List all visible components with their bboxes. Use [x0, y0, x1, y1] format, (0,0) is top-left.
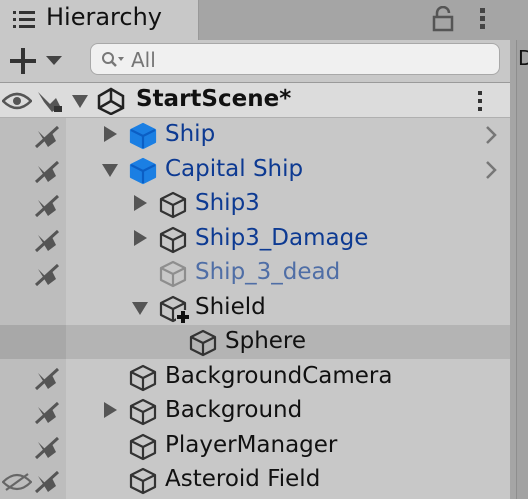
gameobject-cube-icon [158, 225, 188, 259]
hierarchy-row[interactable]: Sphere [0, 325, 510, 359]
eye-hidden-icon[interactable] [1, 472, 33, 496]
open-prefab-chevron-icon[interactable] [484, 159, 498, 185]
row-label: PlayerManager [165, 431, 338, 458]
hierarchy-row[interactable]: Ship3_Damage [0, 222, 510, 256]
hierarchy-row[interactable]: Ship3 [0, 187, 510, 221]
hierarchy-row[interactable]: Ship [0, 118, 510, 152]
hierarchy-row[interactable]: Background [0, 394, 510, 428]
expand-arrow-icon[interactable] [134, 195, 147, 211]
hierarchy-row[interactable]: Ship_3_dead [0, 256, 510, 290]
unity-scene-icon [96, 87, 126, 119]
add-button[interactable] [8, 46, 68, 76]
row-label: Asteroid Field [165, 466, 321, 492]
collapse-arrow-icon[interactable] [102, 163, 118, 177]
hierarchy-row[interactable]: Capital Ship [0, 153, 510, 187]
gameobject-cube-icon [188, 328, 218, 362]
scene-fold-icon[interactable] [72, 95, 88, 108]
tab-title: Hierarchy [46, 3, 163, 31]
pickable-hand-icon[interactable] [36, 88, 64, 118]
row-label: BackgroundCamera [165, 362, 393, 389]
hierarchy-row[interactable]: Shield [0, 291, 510, 325]
row-label: Ship [165, 121, 216, 147]
gameobject-cube-icon [128, 466, 158, 499]
gameobject-cube-icon [158, 190, 188, 224]
row-label: Sphere [225, 328, 307, 354]
pick-disabled-icon[interactable] [34, 367, 62, 395]
row-gutter [0, 291, 66, 325]
pick-disabled-icon[interactable] [34, 436, 62, 464]
scene-title: StartScene* [136, 86, 292, 112]
toolbar [0, 40, 510, 83]
gameobject-added-icon [158, 294, 190, 328]
hierarchy-panel: Hierarchy All StartScene* Ship Capital S… [0, 0, 510, 499]
list-icon [13, 9, 37, 33]
row-label: Ship_3_dead [195, 259, 341, 285]
gameobject-cube-icon [128, 363, 158, 397]
gameobject-cube-icon [158, 259, 188, 293]
search-input[interactable] [129, 46, 493, 74]
scene-header[interactable]: StartScene* [0, 83, 510, 118]
row-label: Background [165, 397, 303, 423]
lock-icon[interactable] [432, 5, 454, 36]
tab-hierarchy[interactable]: Hierarchy [0, 0, 199, 40]
inspector-panel-edge: D [510, 0, 528, 499]
eye-visibility-icon[interactable] [1, 91, 33, 115]
gameobject-cube-icon [128, 432, 158, 466]
row-label: Ship3_Damage [195, 224, 369, 251]
row-label: Ship3 [195, 190, 260, 216]
pick-disabled-icon[interactable] [34, 194, 62, 222]
inspector-edge-letter: D [518, 46, 528, 70]
pick-disabled-icon[interactable] [34, 470, 62, 498]
row-label: Capital Ship [165, 155, 304, 182]
plus-icon [10, 48, 62, 74]
search-icon [101, 51, 125, 73]
search-field[interactable] [90, 43, 500, 75]
more-options-icon[interactable] [470, 6, 496, 36]
pick-disabled-icon[interactable] [34, 229, 62, 257]
tab-bar: Hierarchy [0, 0, 510, 40]
gameobject-cube-icon [128, 397, 158, 431]
pick-disabled-icon[interactable] [34, 401, 62, 429]
hierarchy-row[interactable]: PlayerManager [0, 429, 510, 463]
prefab-cube-icon [128, 156, 158, 190]
expand-arrow-icon[interactable] [104, 126, 117, 142]
pick-disabled-icon[interactable] [34, 263, 62, 291]
expand-arrow-icon[interactable] [104, 402, 117, 418]
row-label: Shield [195, 293, 266, 320]
pick-disabled-icon[interactable] [34, 160, 62, 188]
pick-disabled-icon[interactable] [34, 125, 62, 153]
expand-arrow-icon[interactable] [134, 229, 147, 246]
open-prefab-chevron-icon[interactable] [484, 124, 498, 150]
hierarchy-row[interactable]: BackgroundCamera [0, 360, 510, 394]
row-gutter [0, 325, 66, 359]
hierarchy-row[interactable]: Asteroid Field [0, 463, 510, 497]
scene-menu-icon[interactable] [472, 89, 488, 117]
prefab-cube-icon [128, 121, 158, 155]
collapse-arrow-icon[interactable] [132, 301, 148, 315]
